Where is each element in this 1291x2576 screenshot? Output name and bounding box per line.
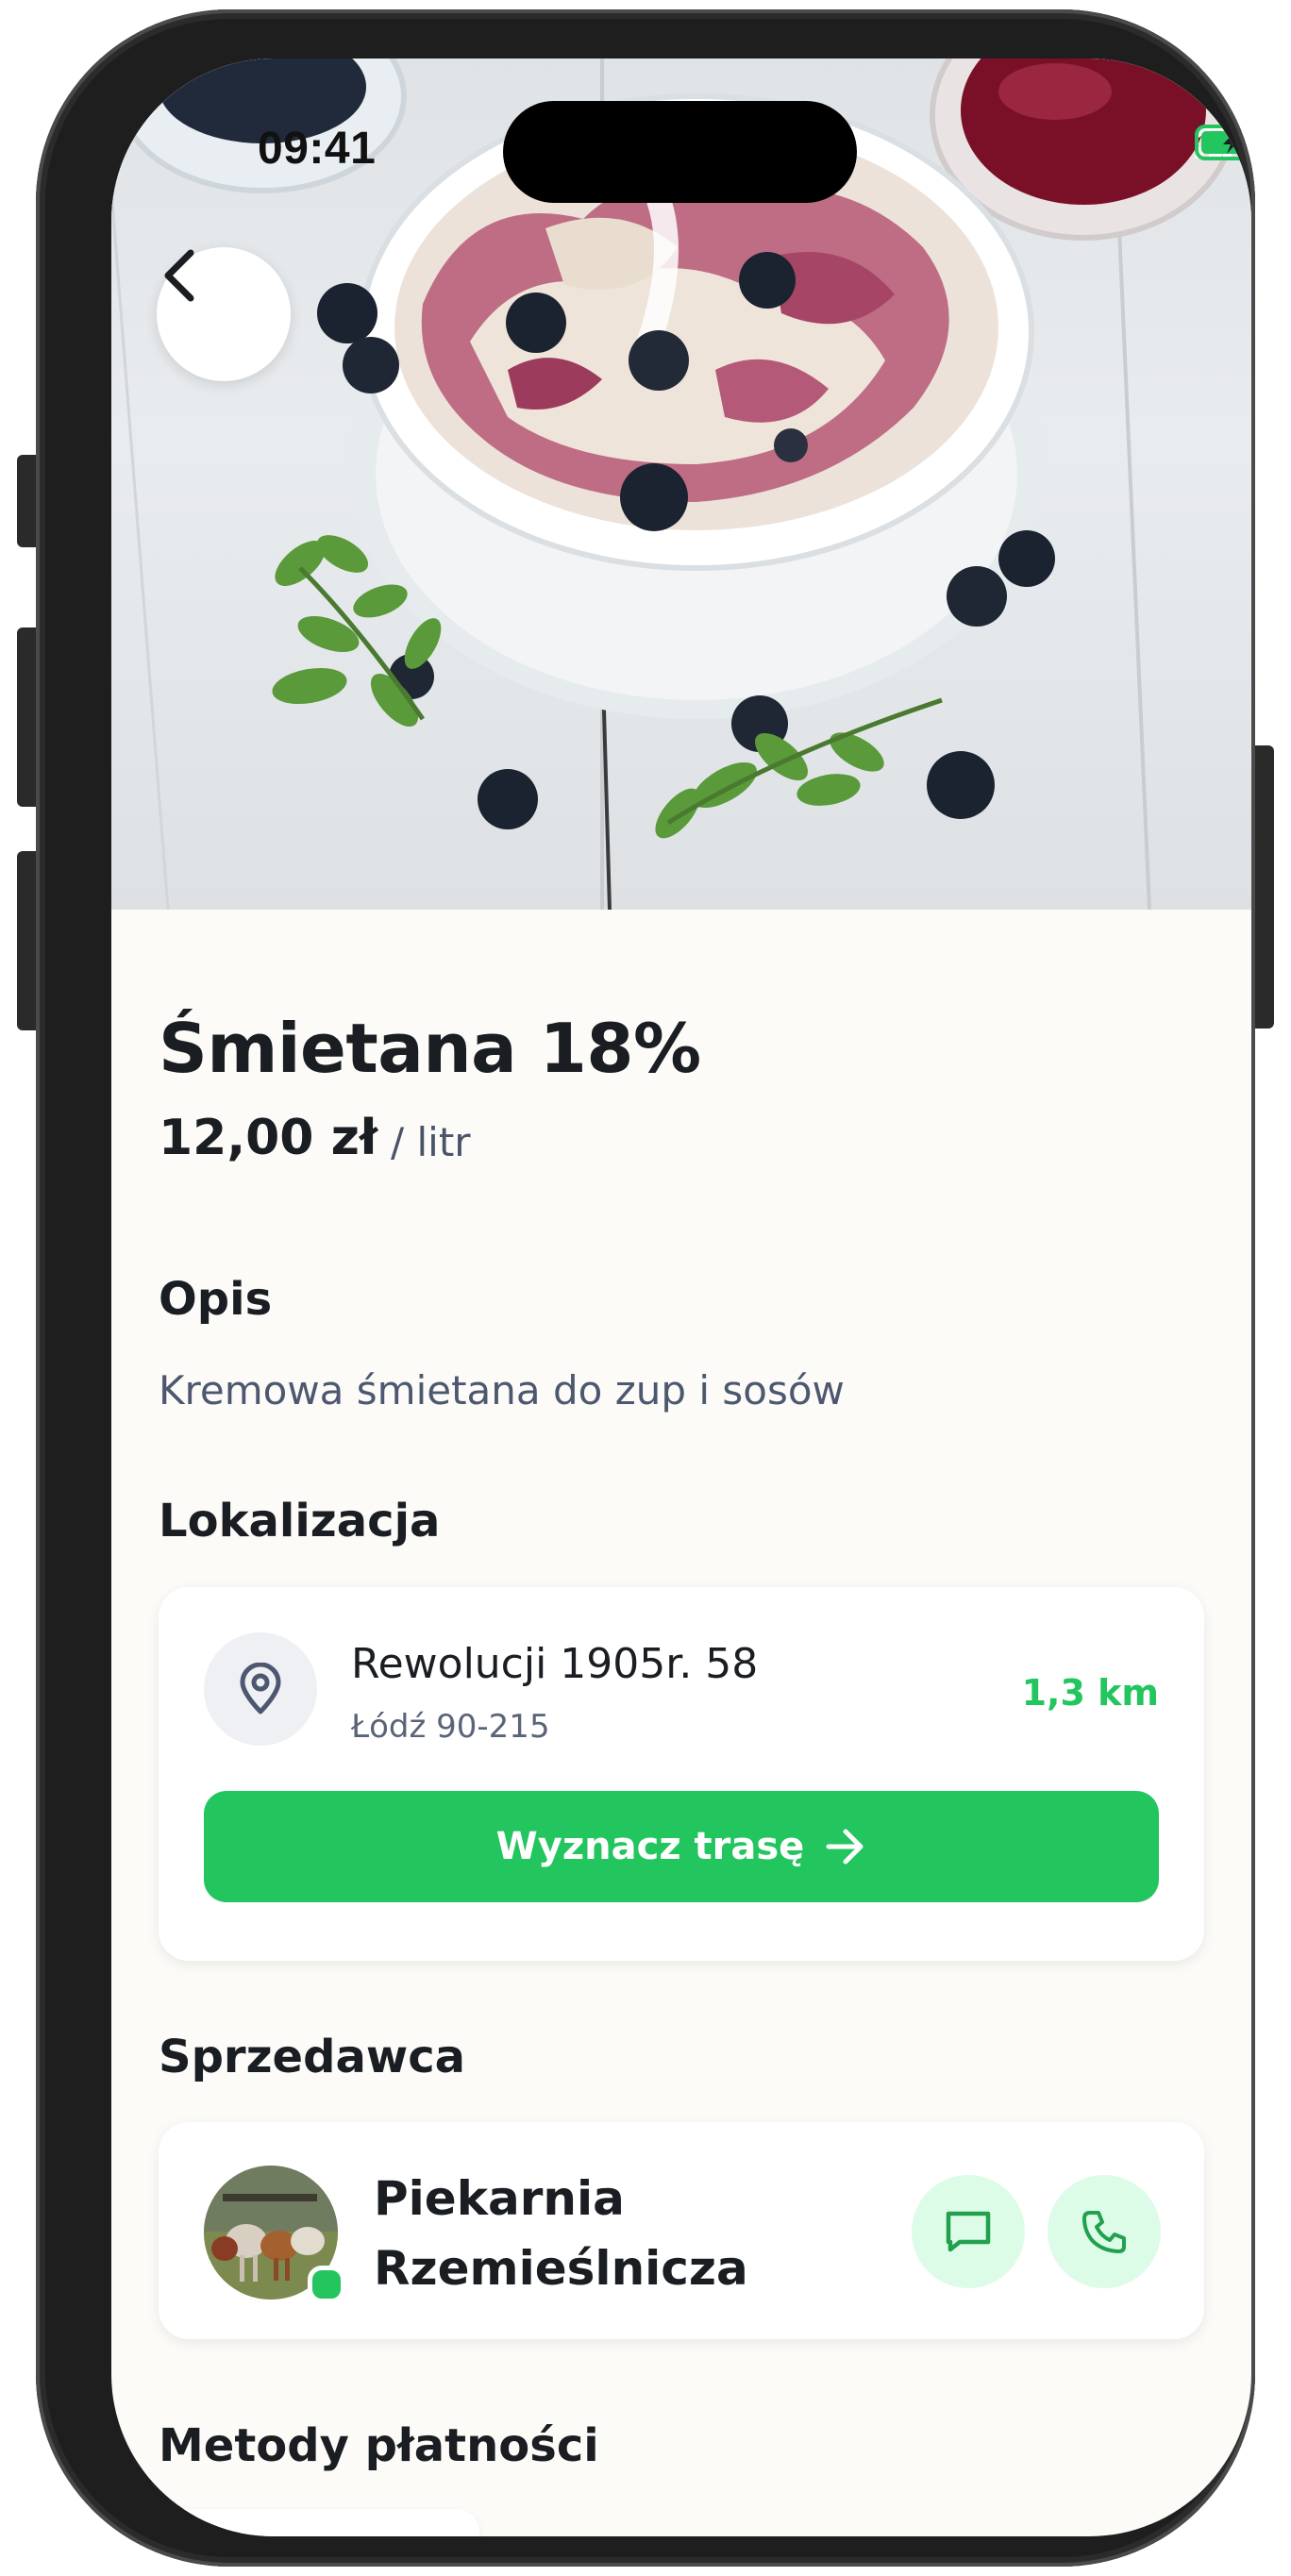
description-heading: Opis [159,1273,273,1326]
dynamic-island [503,101,857,203]
call-seller-button[interactable] [1048,2175,1161,2288]
address-city: Łódź 90-215 [351,1708,550,1746]
product-price: 12,00 zł [159,1110,378,1166]
address-street: Rewolucji 1905r. 58 [351,1640,759,1688]
seller-heading: Sprzedawca [159,2031,466,2083]
payment-heading: Metody płatności [159,2419,599,2472]
location-heading: Lokalizacja [159,1495,441,1547]
chevron-left-icon [164,249,194,302]
message-seller-button[interactable] [912,2175,1025,2288]
status-time: 09:41 [258,124,377,174]
online-status-dot [308,2266,345,2303]
seller-name: Piekarnia Rzemieślnicza [374,2171,748,2296]
battery-charging-icon [1195,125,1251,160]
back-button[interactable] [157,247,291,381]
location-card: Rewolucji 1905r. 58 Łódź 90-215 1,3 km W… [159,1587,1204,1961]
payment-method-card[interactable] [159,2509,479,2536]
route-button[interactable]: Wyznacz trasę [204,1791,1159,1902]
distance-label: 1,3 km [1021,1672,1159,1714]
description-text: Kremowa śmietana do zup i sosów [159,1367,845,1413]
location-pin-badge [204,1632,317,1746]
route-button-label: Wyznacz trasę [495,1825,805,1868]
seller-card[interactable]: Piekarnia Rzemieślnicza [159,2122,1204,2339]
phone-icon [1082,2211,1126,2253]
product-unit: / litr [391,1119,471,1165]
phone-frame: 09:41 Śmietana 18% 12,00 zł / litr Opis … [36,9,1255,2567]
product-title: Śmietana 18% [159,1009,701,1088]
message-icon [946,2211,991,2252]
arrow-right-icon [826,1829,863,1865]
map-pin-icon [240,1663,281,1715]
app-screen: 09:41 Śmietana 18% 12,00 zł / litr Opis … [111,59,1251,2536]
product-hero-image: 09:41 [111,59,1251,910]
